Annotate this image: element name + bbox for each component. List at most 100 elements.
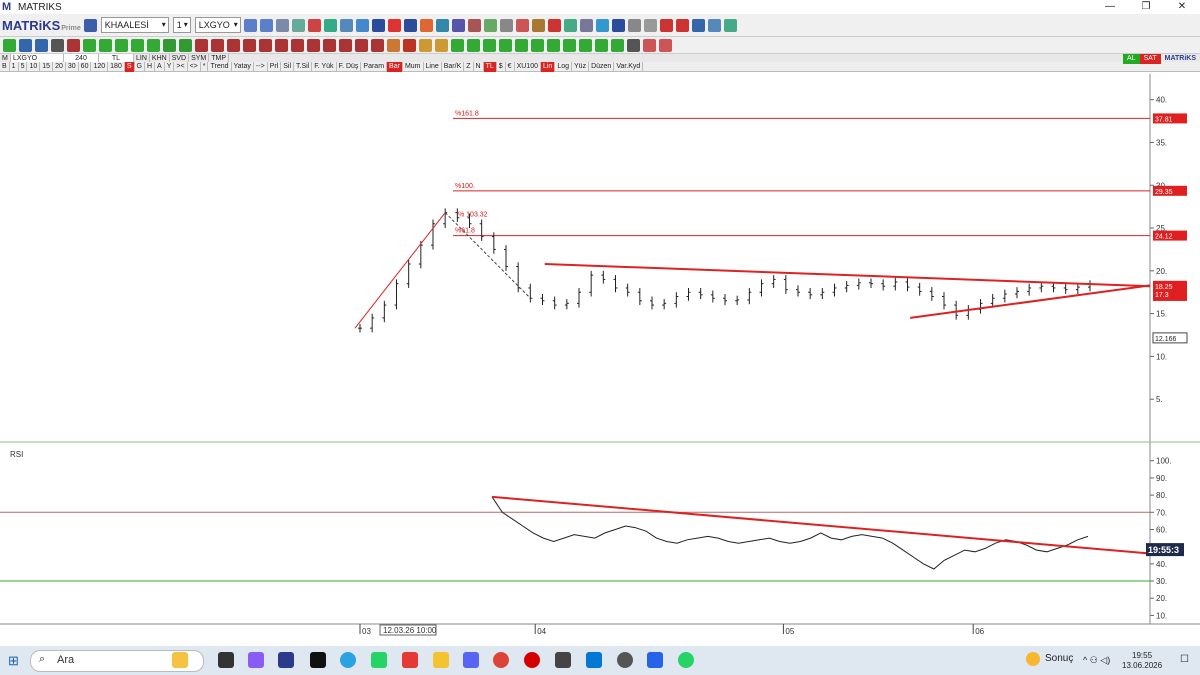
chart-btn-24[interactable]: F. Yük (312, 61, 337, 72)
settings-icon[interactable] (627, 18, 641, 32)
buy-button[interactable]: AL (1122, 54, 1140, 64)
cycle-icon[interactable] (211, 38, 224, 52)
chart-btn-23[interactable]: T.Sil (294, 61, 313, 72)
chart-btn-28[interactable]: Mum (403, 61, 424, 72)
chrome-icon[interactable] (493, 652, 509, 668)
tradingview-icon[interactable] (310, 652, 326, 668)
obs-icon[interactable] (617, 652, 633, 668)
andrews-icon[interactable] (243, 38, 256, 52)
note-icon[interactable] (435, 38, 448, 52)
chart-btn-20[interactable]: --> (254, 61, 268, 72)
notes-icon[interactable] (675, 18, 689, 32)
store-icon[interactable] (647, 652, 663, 668)
arrow-right2-icon[interactable] (563, 38, 576, 52)
chart-btn-39[interactable]: Yüz (572, 61, 590, 72)
rectangle-icon[interactable] (323, 38, 336, 52)
close-button[interactable]: ✕ (1164, 0, 1200, 14)
eraser-icon[interactable] (659, 38, 672, 52)
triangle-icon[interactable] (355, 38, 368, 52)
calendar-icon[interactable] (515, 18, 529, 32)
chart-btn-9[interactable]: 180 (108, 61, 125, 72)
graph-icon[interactable] (499, 18, 513, 32)
chart-btn-3[interactable]: 10 (27, 61, 41, 72)
help-icon[interactable] (435, 18, 449, 32)
news-icon[interactable] (611, 18, 625, 32)
table-icon[interactable] (563, 18, 577, 32)
indicator-icon[interactable] (307, 18, 321, 32)
pointer-icon[interactable] (19, 38, 32, 52)
maximize-button[interactable]: ❐ (1128, 0, 1164, 14)
whatsapp-icon[interactable] (371, 652, 387, 668)
person-icon[interactable] (531, 18, 545, 32)
grid-icon[interactable] (355, 18, 369, 32)
chart-btn-10[interactable]: S (124, 61, 135, 72)
chart-btn-16[interactable]: <> (188, 61, 201, 72)
cursor-icon[interactable] (35, 38, 48, 52)
smile-icon[interactable] (419, 38, 432, 52)
notification-icon[interactable]: ☐ (1180, 654, 1189, 665)
lock-icon[interactable] (3, 38, 16, 52)
chart-btn-37[interactable]: Lin (540, 61, 556, 72)
chart-btn-34[interactable]: $ (497, 61, 506, 72)
chart-btn-29[interactable]: Line (424, 61, 442, 72)
elliott-icon[interactable] (291, 38, 304, 52)
chart-btn-6[interactable]: 30 (66, 61, 79, 72)
chart-btn-8[interactable]: 120 (91, 61, 109, 72)
chart-btn-26[interactable]: Param (361, 61, 388, 72)
chart-btn-18[interactable]: Trend (208, 61, 232, 72)
anydesk-icon[interactable] (402, 652, 418, 668)
camera-icon[interactable] (627, 38, 640, 52)
period-select[interactable]: 1 (172, 17, 191, 33)
chart-icon[interactable] (291, 18, 305, 32)
layout-icon[interactable] (707, 18, 721, 32)
chart-btn-11[interactable]: G (135, 61, 145, 72)
pencil-icon[interactable] (51, 38, 64, 52)
tray-icons[interactable]: ^ ⚇ ◁) (1083, 655, 1110, 666)
chart-btn-38[interactable]: Log (555, 61, 573, 72)
chart-btn-19[interactable]: Yatay (232, 61, 254, 72)
symbol-select[interactable]: LXGYO (194, 17, 241, 33)
chart-btn-40[interactable]: Düzen (589, 61, 615, 72)
chart-area[interactable]: 5. 10. 15. 20. 25. 30. 35. 40. %161.8 %100. %61.8%… (0, 72, 1200, 644)
chart-btn-22[interactable]: Sil (281, 61, 294, 72)
scanner-icon[interactable] (579, 18, 593, 32)
chart-btn-4[interactable]: 15 (40, 61, 54, 72)
vertical-line-icon[interactable] (147, 38, 160, 52)
chart-btn-33[interactable]: TL (483, 61, 497, 72)
copilot-icon[interactable] (248, 652, 264, 668)
bold-icon[interactable] (371, 18, 385, 32)
arc-icon[interactable] (163, 38, 176, 52)
chart-btn-32[interactable]: N (474, 61, 484, 72)
mail-icon[interactable] (659, 18, 673, 32)
clear-icon[interactable] (611, 38, 624, 52)
sell-button[interactable]: SAT (1139, 54, 1161, 64)
arrow-left-icon[interactable] (515, 38, 528, 52)
chart-btn-13[interactable]: A (155, 61, 165, 72)
fan-icon[interactable] (179, 38, 192, 52)
discord-icon[interactable] (463, 652, 479, 668)
fibonacci-icon[interactable] (115, 38, 128, 52)
rss-icon[interactable] (467, 18, 481, 32)
copilot-sparkle-icon[interactable] (172, 652, 188, 668)
connect-icon[interactable] (723, 18, 737, 32)
formula-icon[interactable] (483, 18, 497, 32)
globe-icon[interactable] (323, 18, 337, 32)
chart-btn-30[interactable]: Bar/K (442, 61, 465, 72)
chart-btn-17[interactable]: * (201, 61, 209, 72)
pattern-icon[interactable] (307, 38, 320, 52)
weather-text[interactable]: Sonuç (1045, 653, 1073, 664)
chart-btn-14[interactable]: Y (165, 61, 175, 72)
chart-btn-0[interactable]: B (0, 61, 10, 72)
text-icon[interactable] (387, 18, 401, 32)
gann-icon[interactable] (195, 38, 208, 52)
chart-btn-27[interactable]: Bar (387, 61, 403, 72)
channel-icon[interactable] (83, 38, 96, 52)
head-shoulders-icon[interactable] (387, 38, 400, 52)
windows-start-icon[interactable]: ⊞ (8, 653, 19, 669)
arrow-down-icon[interactable] (595, 38, 608, 52)
matriks-app-icon[interactable] (278, 652, 294, 668)
chat-icon[interactable] (595, 18, 609, 32)
arrow-right-icon[interactable] (547, 38, 560, 52)
chart-btn-5[interactable]: 20 (53, 61, 66, 72)
trendline-icon[interactable] (67, 38, 80, 52)
